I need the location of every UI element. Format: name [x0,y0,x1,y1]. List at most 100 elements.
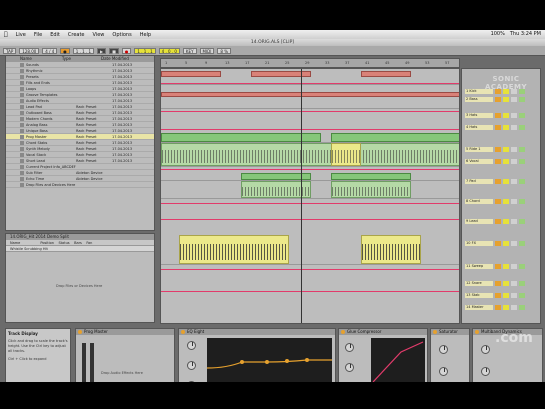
browser-row[interactable]: Drop Files and Devices Here [6,182,154,188]
solo-button[interactable] [503,125,509,130]
arm-button[interactable] [511,219,517,224]
volume-field[interactable] [519,305,525,310]
solo-button[interactable] [503,305,509,310]
device-eq-eight[interactable]: EQ Eight [178,328,336,382]
signature-field[interactable]: 4 / 4 [42,47,58,54]
track-activator[interactable] [495,125,501,130]
power-icon[interactable] [78,330,82,334]
track-name[interactable]: 8 Chord [465,199,493,204]
device-glue-compressor[interactable]: Glue Compressor [338,328,428,382]
power-icon[interactable] [475,330,479,334]
solo-button[interactable] [503,264,509,269]
mixer-track[interactable]: 6 Vocal [462,159,542,164]
track-activator[interactable] [495,219,501,224]
arrangement-ruler[interactable]: 1 5 9 13 17 21 25 29 33 37 41 45 49 53 57 [160,58,460,68]
track-name[interactable]: 4 Hats [465,125,493,130]
clip-row[interactable]: Whistle Scrubbing Hit [6,246,154,252]
menu-help[interactable]: Help [140,32,151,38]
clip[interactable] [331,181,411,198]
menu-view[interactable]: View [93,32,105,38]
solo-button[interactable] [503,241,509,246]
solo-button[interactable] [503,113,509,118]
volume-field[interactable] [519,125,525,130]
menu-create[interactable]: Create [68,32,85,38]
volume-field[interactable] [519,159,525,164]
battery-status[interactable]: 100% [491,31,505,37]
automation-line[interactable] [161,291,459,292]
track-name[interactable]: 3 Hats [465,113,493,118]
track-lane[interactable] [161,181,459,199]
track-name[interactable]: 13 Stab [465,293,493,298]
automation-line[interactable] [161,169,459,170]
mixer-track[interactable]: 13 Stab [462,293,542,298]
play-button[interactable]: ▶ [97,47,107,54]
automation-line[interactable] [161,219,459,220]
fader[interactable] [82,343,86,382]
track-lane[interactable] [161,173,459,181]
track-activator[interactable] [495,199,501,204]
volume-field[interactable] [519,241,525,246]
power-icon[interactable] [181,330,185,334]
clip[interactable] [251,71,311,77]
output-knob[interactable] [439,367,448,376]
track-lane[interactable] [161,133,459,143]
loop-start-field[interactable]: 1 . 1 . 1 [134,47,156,54]
mixer-track[interactable]: 14 Master [462,305,542,310]
track-activator[interactable] [495,147,501,152]
apple-icon[interactable]:  [4,31,8,38]
clip[interactable] [331,143,361,166]
solo-button[interactable] [503,281,509,286]
volume-field[interactable] [519,113,525,118]
track-activator[interactable] [495,293,501,298]
track-name[interactable]: 5 Ride 1 [465,147,493,152]
threshold-knob[interactable] [345,343,354,352]
clip[interactable] [161,92,459,97]
playhead[interactable] [301,69,302,323]
loop-length-field[interactable]: 4 . 0 . 0 [158,47,180,54]
arm-button[interactable] [511,241,517,246]
automation-line[interactable] [161,269,459,270]
arm-button[interactable] [511,113,517,118]
mixer-track[interactable]: 12 Snare [462,281,542,286]
arrangement-view[interactable] [160,68,460,324]
menu-app[interactable]: Live [16,32,26,38]
solo-button[interactable] [503,199,509,204]
mixer-track[interactable]: 5 Ride 1 [462,147,542,152]
tap-button[interactable]: TAP [3,47,17,54]
clock[interactable]: Thu 3:24 PM [510,31,541,37]
key-map-button[interactable]: KEY [182,47,197,54]
automation-line[interactable] [161,111,459,112]
arm-button[interactable] [511,199,517,204]
device-prog-master[interactable]: Prog Master Drop Audio Effects Here [75,328,175,382]
mixer-track[interactable]: 7 Pad [462,179,542,184]
arm-button[interactable] [511,281,517,286]
track-lane[interactable] [161,143,459,167]
track-lane[interactable] [161,235,459,265]
tempo-field[interactable]: 128.00 [19,47,40,54]
volume-field[interactable] [519,147,525,152]
clip[interactable] [161,143,459,166]
automation-line[interactable] [161,129,459,130]
track-lane[interactable] [161,87,459,109]
arm-button[interactable] [511,264,517,269]
clip[interactable] [331,173,411,180]
arm-button[interactable] [511,293,517,298]
midi-map-button[interactable]: MIDI [199,47,215,54]
metronome-button[interactable]: ● [60,47,70,54]
solo-button[interactable] [503,159,509,164]
solo-button[interactable] [503,293,509,298]
device-saturator[interactable]: Saturator [430,328,470,382]
solo-button[interactable] [503,147,509,152]
clip[interactable] [179,235,289,264]
gain-knob[interactable] [187,341,196,350]
volume-field[interactable] [519,293,525,298]
menu-options[interactable]: Options [112,32,131,38]
arm-button[interactable] [511,147,517,152]
track-name[interactable]: 14 Master [465,305,493,310]
mixer-track[interactable]: 11 Sweep [462,264,542,269]
track-activator[interactable] [495,241,501,246]
clip[interactable] [161,133,321,142]
clip[interactable] [361,71,411,77]
mixer-track[interactable]: 8 Chord [462,199,542,204]
arm-button[interactable] [511,305,517,310]
